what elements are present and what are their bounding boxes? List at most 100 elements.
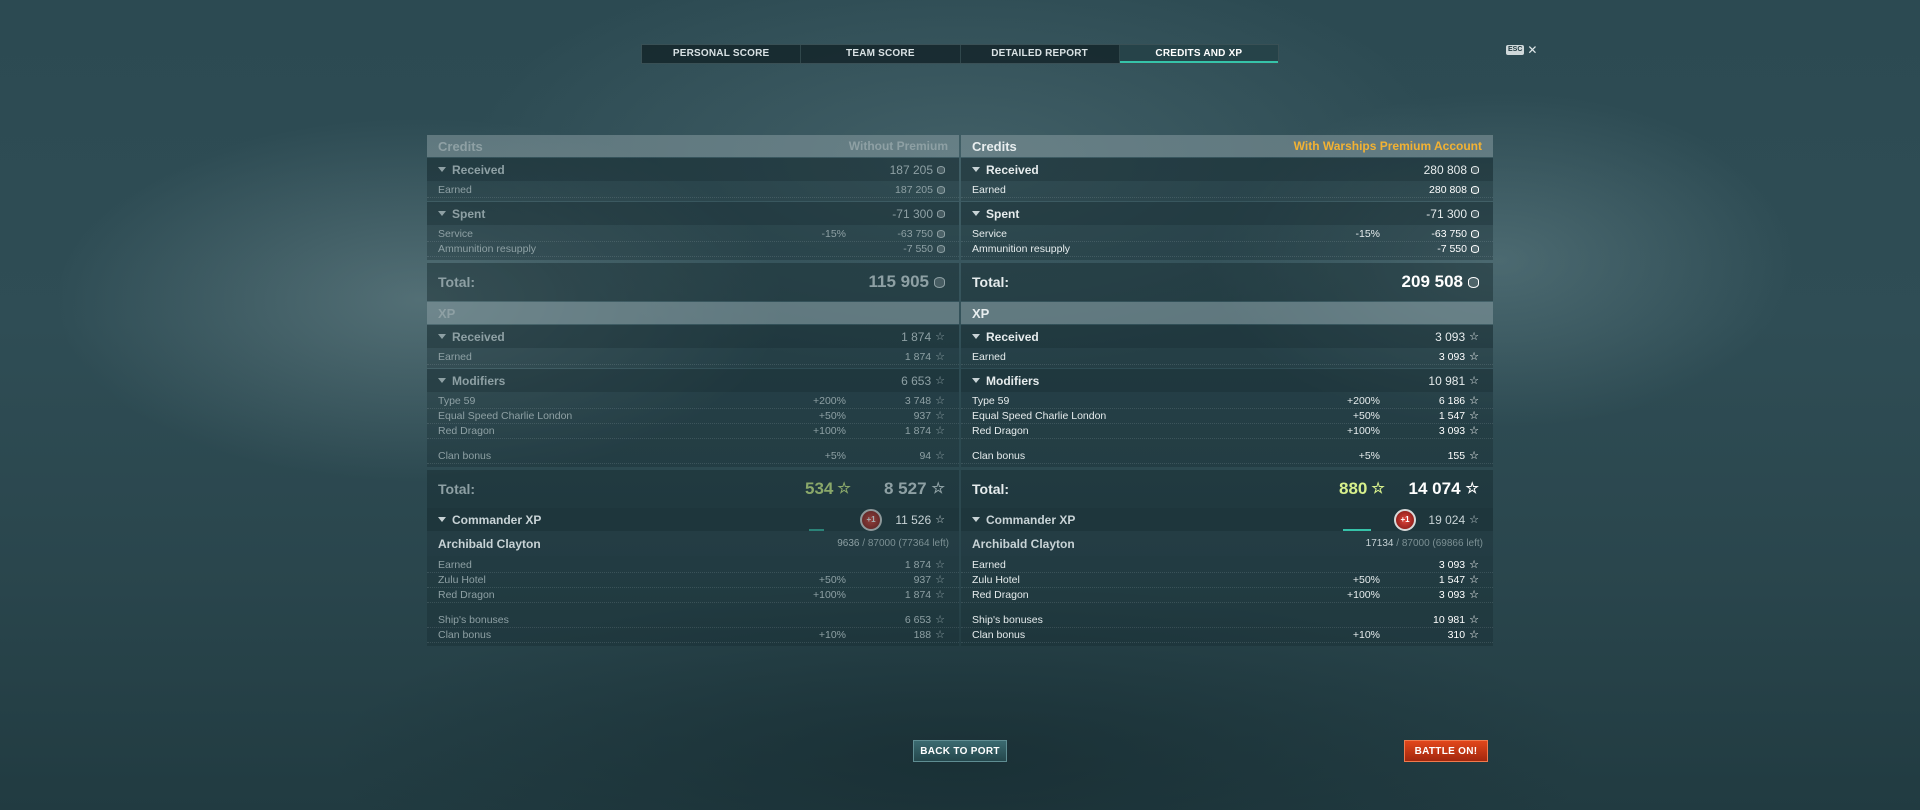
panel-without-premium: Credits Without Premium Received 187 205… [427, 135, 959, 646]
xp-total: Total: 534 ☆ 8 527 ☆ [427, 470, 959, 508]
xp-modifiers-header[interactable]: Modifiers 10 981 ☆ [961, 369, 1493, 392]
credits-spent-header[interactable]: Spent -71 300 [427, 202, 959, 225]
tab-personal-score[interactable]: PERSONAL SCORE [642, 45, 802, 63]
row-label: Clan bonus [438, 629, 492, 641]
chevron-down-icon [438, 517, 446, 522]
esc-key-label: ESC [1506, 45, 1525, 55]
row-value: -63 750 [897, 228, 945, 240]
credits-spent-block: Service -15% -63 750 Ammunition resupply… [961, 225, 1493, 260]
credits-earned-row: Earned 187 205 [427, 183, 959, 198]
xp-star-icon: ☆ [935, 629, 945, 641]
row-percent: +100% [1347, 425, 1380, 437]
row-value: 3 093 ☆ [1438, 351, 1479, 363]
section-label: Received [986, 329, 1039, 344]
xp-star-icon: ☆ [1469, 574, 1479, 586]
commander-xp-row: Red Dragon +100% 1 874 ☆ [427, 588, 959, 603]
credits-spent-block: Service -15% -63 750 Ammunition resupply… [427, 225, 959, 260]
commander-xp-header[interactable]: Commander XP +1 11 526 ☆ [427, 508, 959, 531]
captain-progress-text: 17134 / 87000 (69866 left) [1365, 538, 1483, 549]
row-value: 1 547 ☆ [1438, 574, 1479, 586]
credits-icon [934, 276, 945, 288]
close-button[interactable]: ESC ✕ [1506, 44, 1537, 56]
credits-icon [1471, 230, 1479, 238]
commander-xp-row: Clan bonus +10% 310 ☆ [961, 628, 1493, 643]
xp-star-icon: ☆ [935, 351, 945, 363]
battle-on-button[interactable]: BATTLE ON! [1404, 740, 1488, 762]
row-value: 1 874 ☆ [904, 589, 945, 601]
section-value: 1 874 ☆ [901, 329, 945, 344]
chevron-down-icon [438, 211, 446, 216]
commander-level-badge: +1 [1394, 508, 1416, 531]
xp-star-icon: ☆ [1469, 351, 1479, 363]
commander-xp-row: Zulu Hotel +50% 937 ☆ [427, 573, 959, 588]
xp-star-icon: ☆ [1469, 450, 1479, 462]
xp-star-icon: ☆ [1469, 374, 1479, 387]
row-label: Earned [972, 351, 1006, 363]
account-type-label: Without Premium [848, 139, 948, 153]
xp-modifiers-header[interactable]: Modifiers 6 653 ☆ [427, 369, 959, 392]
row-value: 1 874 ☆ [904, 425, 945, 437]
modifier-row: Equal Speed Charlie London +50% 937 ☆ [427, 409, 959, 424]
xp-header: XP [427, 302, 959, 324]
captain-progress-text: 9636 / 87000 (77364 left) [837, 538, 949, 549]
total-label: Total: [438, 274, 476, 290]
row-label: Ship's bonuses [438, 614, 509, 626]
credits-total: Total: 115 905 [427, 263, 959, 301]
service-row: Service -15% -63 750 [961, 227, 1493, 242]
xp-title: XP [438, 305, 456, 321]
row-value: 1 874 ☆ [904, 559, 945, 571]
credits-icon [937, 209, 945, 218]
row-label: Clan bonus [972, 629, 1026, 641]
commander-xp-block: Earned 1 874 ☆ Zulu Hotel +50% 937 ☆ Red D… [427, 556, 959, 646]
row-label: Ship's bonuses [972, 614, 1043, 626]
xp-modifiers-block: Type 59 +200% 3 748 ☆ Equal Speed Charlie… [427, 392, 959, 467]
row-label: Ammunition resupply [972, 243, 1071, 255]
xp-star-icon: ☆ [837, 480, 851, 497]
captain-row: Archibald Clayton 17134 / 87000 (69866 l… [961, 529, 1493, 556]
xp-star-icon: ☆ [935, 425, 945, 437]
xp-received-block: Earned 3 093 ☆ [961, 348, 1493, 368]
credits-received-header[interactable]: Received 280 808 [961, 158, 1493, 181]
row-value: 3 093 ☆ [1438, 589, 1479, 601]
row-percent: +200% [1347, 395, 1380, 407]
row-value: 10 981 ☆ [1433, 614, 1479, 626]
credits-icon [1471, 209, 1479, 218]
tab-detailed-report[interactable]: DETAILED REPORT [961, 45, 1120, 63]
section-value: -71 300 [892, 207, 945, 221]
back-to-port-button[interactable]: BACK TO PORT [913, 740, 1007, 762]
xp-star-icon: ☆ [1469, 410, 1479, 422]
modifier-row: Type 59 +200% 3 748 ☆ [427, 394, 959, 409]
row-value: 187 205 [895, 184, 945, 196]
row-label: Red Dragon [438, 589, 495, 601]
row-value: -7 550 [903, 243, 945, 255]
xp-star-icon: ☆ [1469, 425, 1479, 437]
row-percent: +100% [813, 589, 846, 601]
tab-team-score[interactable]: TEAM SCORE [801, 45, 961, 63]
section-label: Spent [986, 206, 1020, 221]
commander-xp-row: Zulu Hotel +50% 1 547 ☆ [961, 573, 1493, 588]
xp-star-icon: ☆ [1469, 589, 1479, 601]
row-value: 6 186 ☆ [1438, 395, 1479, 407]
section-label: Modifiers [986, 373, 1040, 388]
row-label: Earned [438, 184, 472, 196]
xp-received-header[interactable]: Received 1 874 ☆ [427, 325, 959, 348]
xp-star-icon: ☆ [935, 559, 945, 571]
row-value: 155 ☆ [1447, 450, 1479, 462]
credits-received-header[interactable]: Received 187 205 [427, 158, 959, 181]
tab-credits-and-xp[interactable]: CREDITS AND XP [1119, 45, 1278, 63]
xp-star-icon: ☆ [935, 450, 945, 462]
xp-received-header[interactable]: Received 3 093 ☆ [961, 325, 1493, 348]
xp-star-icon: ☆ [935, 410, 945, 422]
commander-xp-row: Earned 1 874 ☆ [427, 558, 959, 573]
chevron-down-icon [972, 211, 980, 216]
ammo-row: Ammunition resupply -7 550 [961, 242, 1493, 257]
section-value: 10 981 ☆ [1428, 373, 1479, 388]
row-label: Red Dragon [972, 425, 1029, 437]
xp-star-icon: ☆ [935, 574, 945, 586]
commander-xp-label: Commander XP [986, 512, 1076, 527]
credits-spent-header[interactable]: Spent -71 300 [961, 202, 1493, 225]
row-value: 280 808 [1429, 184, 1479, 196]
row-label: Equal Speed Charlie London [438, 410, 573, 422]
row-percent: +10% [1352, 629, 1380, 641]
commander-xp-header[interactable]: Commander XP +1 19 024 ☆ [961, 508, 1493, 531]
